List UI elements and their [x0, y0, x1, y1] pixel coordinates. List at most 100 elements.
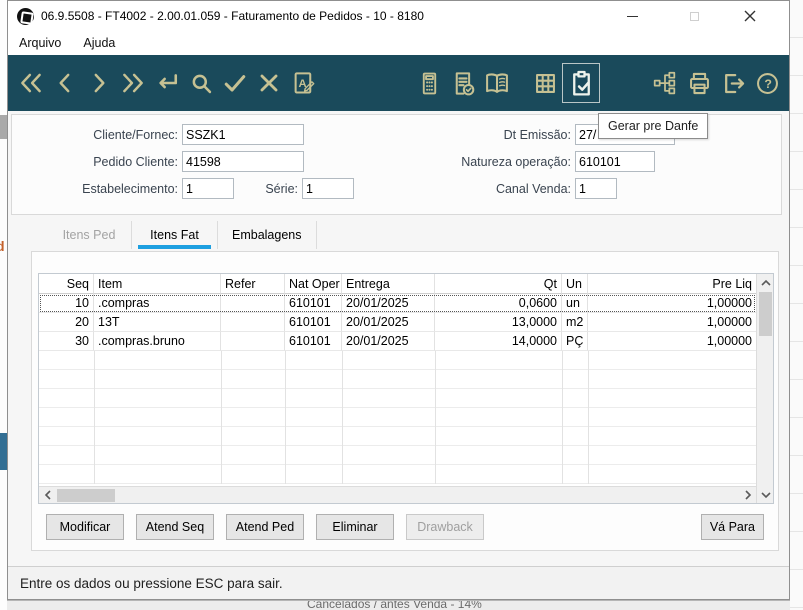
toolbar-enter-button[interactable] — [150, 65, 184, 101]
eliminar-button[interactable]: Eliminar — [316, 514, 394, 540]
grid-header-row: Seq Item Refer Nat Oper Entrega Qt Un Pr… — [39, 274, 756, 294]
table-row[interactable]: 10 .compras 610101 20/01/2025 0,0600 un … — [39, 294, 756, 313]
atend-ped-button[interactable]: Atend Ped — [226, 514, 304, 540]
statusbar: Entre os dados ou pressione ESC para sai… — [8, 566, 789, 599]
col-header-entrega[interactable]: Entrega — [342, 274, 435, 294]
cell-refer — [221, 332, 285, 351]
col-header-qt[interactable]: Qt — [435, 274, 562, 294]
invoice-check-icon — [455, 71, 474, 95]
toolbar-last-button[interactable] — [116, 65, 150, 101]
cell-un: m2 — [562, 313, 588, 332]
cell-nat-oper: 610101 — [285, 313, 342, 332]
items-groupbox: Seq Item Refer Nat Oper Entrega Qt Un Pr… — [31, 251, 779, 551]
scroll-left-icon[interactable] — [39, 487, 56, 504]
menu-ajuda[interactable]: Ajuda — [72, 31, 126, 55]
window-title: 06.9.5508 - FT4002 - 2.00.01.059 - Fatur… — [41, 9, 424, 23]
toolbar-exit-button[interactable] — [716, 65, 750, 101]
col-header-nat-oper[interactable]: Nat Oper — [285, 274, 342, 294]
horizontal-scrollbar[interactable] — [39, 486, 756, 503]
toolbar-invoice-check-button[interactable] — [446, 65, 480, 101]
tab-embalagens[interactable]: Embalagens — [218, 221, 317, 249]
background-window-bottom-sliver: Cancelados / antes Venda - 14% — [7, 600, 790, 610]
menu-arquivo[interactable]: Arquivo — [8, 31, 72, 55]
tabbar: Itens Ped Itens Fat Embalagens — [8, 215, 789, 249]
toolbar-structure-tree-button[interactable] — [648, 65, 682, 101]
minimize-button[interactable] — [618, 1, 646, 31]
vertical-scroll-thumb[interactable] — [758, 292, 772, 336]
vertical-scrollbar[interactable] — [756, 274, 773, 503]
toolbar-spreadsheet-button[interactable] — [528, 65, 562, 101]
close-icon — [744, 10, 756, 22]
toolbar-print-button[interactable] — [682, 65, 716, 101]
cliente-fornec-label: Cliente/Fornec: — [93, 127, 178, 142]
table-row[interactable]: 20 13T 610101 20/01/2025 13,0000 m2 1,00… — [39, 313, 756, 332]
pedido-cliente-field[interactable]: 41598 — [182, 151, 304, 172]
background-clipped-char: d — [0, 238, 5, 254]
close-button[interactable] — [736, 1, 764, 31]
cliente-fornec-field[interactable]: SSZK1 — [182, 124, 304, 145]
cell-refer — [221, 294, 285, 313]
estabelecimento-field[interactable]: 1 — [182, 178, 234, 199]
toolbar-confirm-button[interactable] — [218, 65, 252, 101]
last-icon — [123, 73, 143, 93]
toolbar-search-button[interactable] — [184, 65, 218, 101]
cell-refer — [221, 313, 285, 332]
toolbar-first-button[interactable] — [14, 65, 48, 101]
toolbar-calculator-button[interactable] — [412, 65, 446, 101]
items-grid: Seq Item Refer Nat Oper Entrega Qt Un Pr… — [38, 273, 774, 504]
minimize-icon — [626, 15, 638, 17]
scroll-down-icon[interactable] — [757, 486, 774, 503]
atend-seq-button[interactable]: Atend Seq — [136, 514, 214, 540]
maximize-icon — [689, 11, 699, 21]
spreadsheet-icon — [535, 73, 555, 93]
cell-entrega: 20/01/2025 — [342, 313, 435, 332]
cell-qt: 14,0000 — [435, 332, 562, 351]
va-para-button[interactable]: Vá Para — [700, 514, 764, 540]
cell-un: un — [562, 294, 588, 313]
scroll-right-icon[interactable] — [739, 487, 756, 504]
screen: d Cancelados / antes Venda - 14% 06.9.55… — [0, 0, 803, 610]
tab-itens-ped[interactable]: Itens Ped — [46, 221, 132, 249]
next-icon — [94, 73, 105, 93]
toolbar-help-button[interactable]: ? — [750, 65, 784, 101]
col-header-pre-liq[interactable]: Pre Liq — [588, 274, 756, 294]
cell-seq: 30 — [39, 332, 94, 351]
structure-tree-icon — [653, 71, 676, 95]
col-header-refer[interactable]: Refer — [221, 274, 285, 294]
background-clipped-text: Cancelados / antes Venda - 14% — [307, 600, 482, 610]
horizontal-scroll-thumb[interactable] — [57, 488, 115, 502]
serie-label: Série: — [265, 181, 298, 196]
cell-un: PÇ — [562, 332, 588, 351]
calculator-icon — [422, 72, 436, 94]
cell-seq: 10 — [39, 294, 94, 313]
toolbar-edit-document-button[interactable]: A — [286, 65, 320, 101]
scroll-up-icon[interactable] — [757, 274, 774, 291]
cell-nat-oper: 610101 — [285, 294, 342, 313]
toolbar-previous-button[interactable] — [48, 65, 82, 101]
natureza-operacao-field[interactable]: 610101 — [575, 151, 655, 172]
background-window-right-sliver — [790, 0, 803, 610]
cell-seq: 20 — [39, 313, 94, 332]
dt-emissao-label: Dt Emissão: — [503, 127, 571, 142]
cell-item: 13T — [94, 313, 221, 332]
previous-icon — [59, 73, 70, 93]
maximize-button[interactable] — [680, 1, 708, 31]
pre-danfe-clipboard-icon — [572, 70, 590, 96]
toolbar-catalog-book-button[interactable] — [480, 65, 514, 101]
printer-icon — [689, 72, 709, 94]
toolbar-pre-danfe-button[interactable] — [562, 63, 600, 103]
col-header-un[interactable]: Un — [562, 274, 588, 294]
cell-pre-liq: 1,00000 — [588, 332, 756, 351]
table-row[interactable]: 30 .compras.bruno 610101 20/01/2025 14,0… — [39, 332, 756, 351]
tab-itens-fat[interactable]: Itens Fat — [132, 221, 218, 249]
col-header-seq[interactable]: Seq — [39, 274, 94, 294]
toolbar-next-button[interactable] — [82, 65, 116, 101]
toolbar-cancel-button[interactable] — [252, 65, 286, 101]
col-header-item[interactable]: Item — [94, 274, 221, 294]
canal-venda-field[interactable]: 1 — [575, 178, 617, 199]
exit-icon — [724, 73, 744, 93]
modificar-button[interactable]: Modificar — [46, 514, 124, 540]
background-teal-segment — [0, 433, 7, 470]
natureza-operacao-label: Natureza operação: — [461, 154, 571, 169]
estabelecimento-label: Estabelecimento: — [82, 181, 178, 196]
